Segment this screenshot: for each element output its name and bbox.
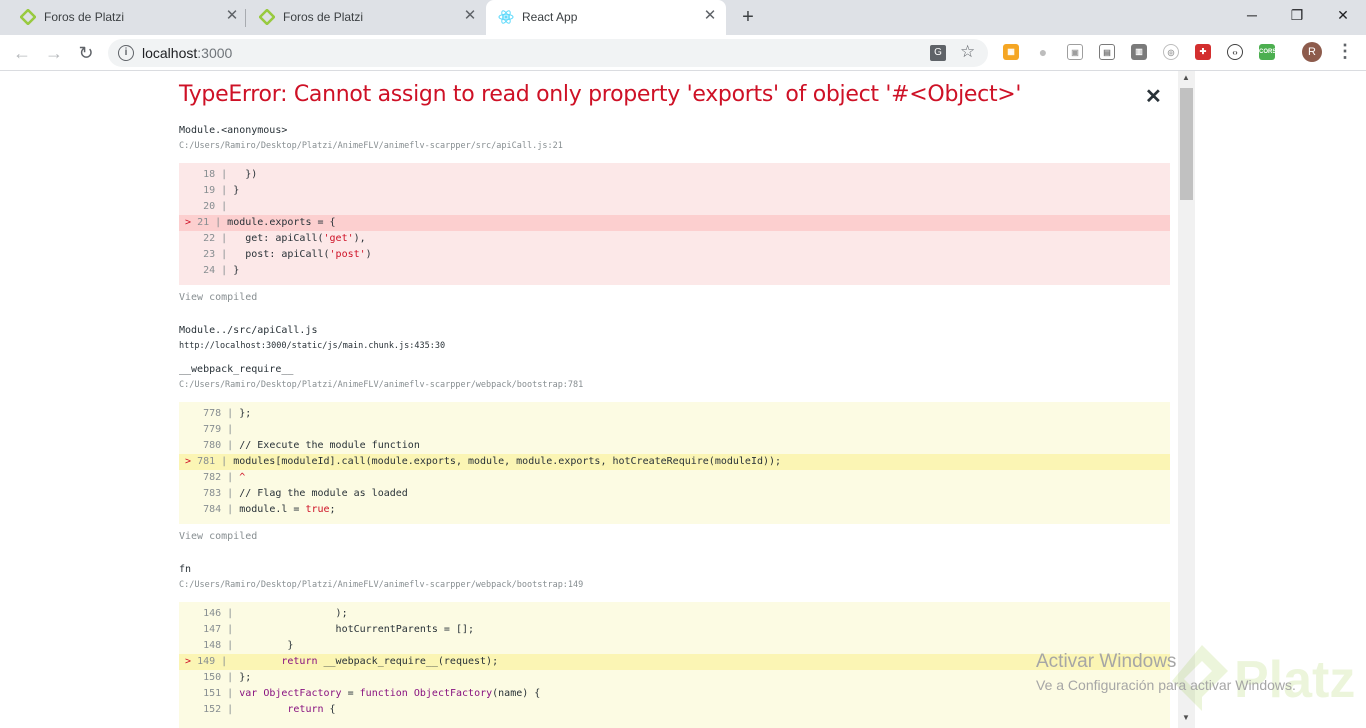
tab-close-icon[interactable]: ✕: [462, 8, 478, 24]
code-line: 779 |: [203, 424, 234, 435]
reload-icon[interactable]: ↻: [74, 41, 98, 65]
code-snippet-block[interactable]: 18 | }) 19 | } 20 | > 21 | module.export…: [179, 163, 1170, 285]
extension-table-icon[interactable]: ▤: [1099, 44, 1115, 60]
extension-code-icon[interactable]: ‹›: [1227, 44, 1243, 60]
platzi-favicon-icon: [20, 9, 36, 25]
address-url[interactable]: localhost:3000: [142, 45, 232, 61]
frame-file-path[interactable]: http://localhost:3000/static/js/main.chu…: [179, 341, 445, 351]
new-tab-button[interactable]: +: [737, 7, 759, 29]
extension-red-puzzle-icon[interactable]: ✚: [1195, 44, 1211, 60]
code-snippet-block[interactable]: 778 | }; 779 | 780 | // Execute the modu…: [179, 402, 1170, 524]
tab-close-icon[interactable]: ✕: [224, 8, 240, 24]
forward-arrow-icon[interactable]: →: [42, 41, 66, 65]
code-snippet-block[interactable]: 146 | ); 147 | hotCurrentParents = []; 1…: [179, 602, 1170, 728]
frame-function-name: __webpack_require__: [179, 364, 294, 375]
code-line: 783 | // Flag the module as loaded: [203, 488, 408, 499]
tab-foros-platzi-2[interactable]: Foros de Platzi ✕: [247, 0, 485, 35]
extension-grey-circle-icon[interactable]: ●: [1035, 44, 1051, 60]
code-line: 780 | // Execute the module function: [203, 440, 420, 451]
bookmark-star-icon[interactable]: ☆: [960, 42, 975, 62]
code-line: 22 | get: apiCall('get'),: [203, 233, 366, 244]
scrollbar-thumb[interactable]: [1180, 88, 1193, 200]
browser-menu-icon[interactable]: ⋮: [1336, 41, 1354, 63]
tab-title: React App: [522, 10, 578, 24]
address-bar[interactable]: i localhost:3000 G ☆: [108, 39, 988, 67]
platzi-favicon-icon: [259, 9, 275, 25]
code-line: 146 | );: [203, 608, 348, 619]
tab-react-app[interactable]: React App ✕: [486, 0, 726, 35]
code-line: 778 | };: [203, 408, 252, 419]
windows-activation-title: Activar Windows: [1036, 651, 1177, 672]
profile-avatar[interactable]: R: [1302, 42, 1322, 62]
code-line: 19 | }: [203, 185, 240, 196]
extension-cors-icon[interactable]: CORS: [1259, 44, 1276, 60]
code-line: 18 | }): [203, 169, 258, 180]
code-line: 20 |: [203, 201, 228, 212]
site-info-icon[interactable]: i: [118, 45, 134, 61]
extension-trello-icon[interactable]: ▥: [1131, 44, 1147, 60]
frame-function-name: Module.<anonymous>: [179, 125, 288, 136]
restore-button[interactable]: ❐: [1285, 5, 1309, 27]
windows-activation-subtitle: Ve a Configuración para activar Windows.: [1036, 677, 1296, 693]
tab-title: Foros de Platzi: [283, 10, 364, 24]
code-line-highlighted: > 781 | modules[moduleId].call(module.ex…: [179, 454, 1170, 470]
frame-function-name: fn: [179, 564, 192, 575]
view-compiled-link[interactable]: View compiled: [179, 292, 257, 303]
tab-strip: Foros de Platzi ✕ Foros de Platzi ✕ Reac…: [0, 0, 1366, 35]
code-line: 152 | return {: [203, 704, 336, 715]
frame-file-path[interactable]: C:/Users/Ramiro/Desktop/Platzi/AnimeFLV/…: [179, 380, 583, 390]
frame-function-name: Module../src/apiCall.js: [179, 325, 318, 336]
code-line-highlighted: > 149 | return __webpack_require__(reque…: [179, 654, 1170, 670]
window-close-button[interactable]: ✕: [1331, 5, 1355, 27]
code-line-highlighted: > 21 | module.exports = {: [179, 215, 1170, 231]
react-favicon-icon: [498, 10, 514, 24]
scroll-up-arrow-icon[interactable]: ▲: [1182, 73, 1190, 82]
tab-title: Foros de Platzi: [44, 10, 125, 24]
code-line: 148 | }: [203, 640, 294, 651]
vertical-scrollbar[interactable]: ▲ ▼: [1178, 71, 1195, 728]
code-line: 23 | post: apiCall('post'): [203, 249, 372, 260]
overlay-close-icon[interactable]: ✕: [1145, 84, 1162, 109]
translate-icon[interactable]: G: [930, 45, 946, 61]
code-line: 150 | };: [203, 672, 252, 683]
tab-close-icon[interactable]: ✕: [702, 8, 718, 24]
back-arrow-icon[interactable]: ←: [10, 41, 34, 65]
code-line: 782 | ^: [203, 472, 246, 483]
code-line: 24 | }: [203, 265, 240, 276]
error-title: TypeError: Cannot assign to read only pr…: [179, 82, 1022, 107]
minimize-button[interactable]: ─: [1240, 5, 1264, 27]
code-line: 147 | hotCurrentParents = [];: [203, 624, 475, 635]
extension-orange-icon[interactable]: ▦: [1003, 44, 1019, 60]
frame-file-path[interactable]: C:/Users/Ramiro/Desktop/Platzi/AnimeFLV/…: [179, 141, 563, 151]
code-line: 151 | var ObjectFactory = function Objec…: [203, 688, 541, 699]
page-viewport: TypeError: Cannot assign to read only pr…: [0, 71, 1366, 728]
extension-grid-icon[interactable]: ▣: [1067, 44, 1083, 60]
tab-separator: [245, 9, 246, 27]
extension-target-icon[interactable]: ◎: [1163, 44, 1179, 60]
view-compiled-link[interactable]: View compiled: [179, 531, 257, 542]
browser-toolbar: ← → ↻ i localhost:3000 G ☆ ▦ ● ▣ ▤ ▥ ◎ ✚…: [0, 35, 1366, 71]
code-line: 784 | module.l = true;: [203, 504, 336, 515]
frame-file-path[interactable]: C:/Users/Ramiro/Desktop/Platzi/AnimeFLV/…: [179, 580, 583, 590]
tab-foros-platzi-1[interactable]: Foros de Platzi ✕: [8, 0, 246, 35]
